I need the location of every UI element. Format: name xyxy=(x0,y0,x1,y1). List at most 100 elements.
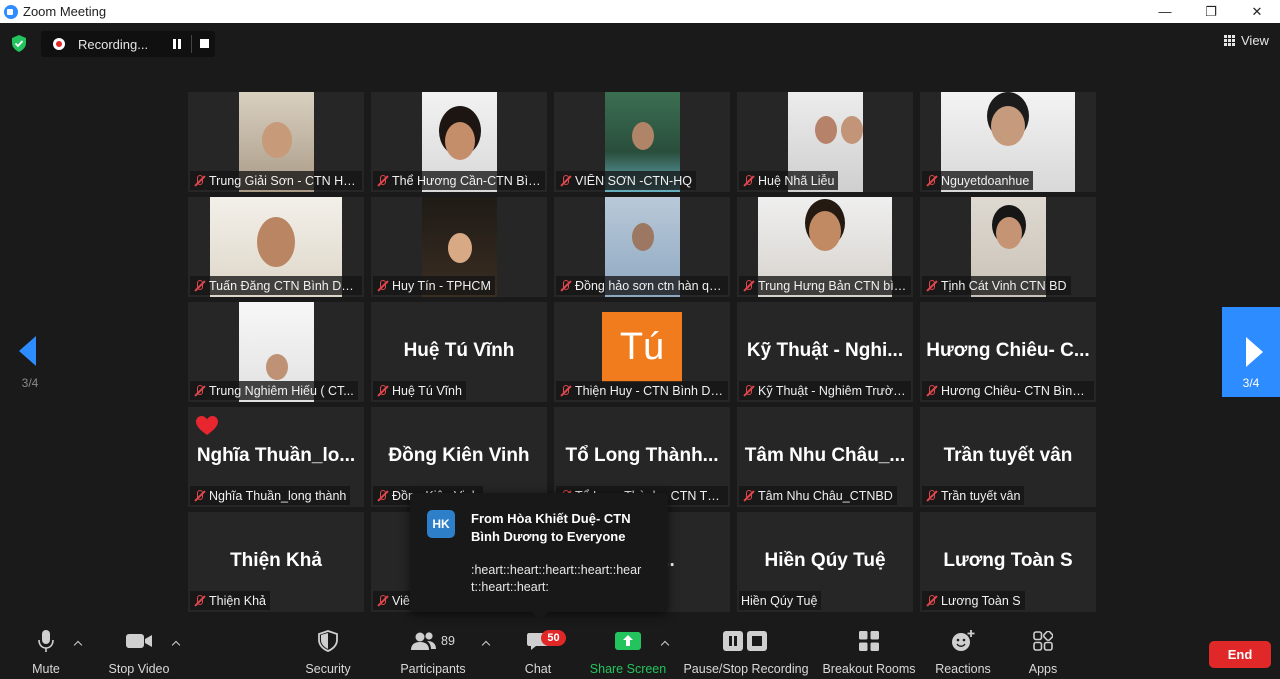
participant-tile[interactable]: Đồng Kiên VinhĐồng Kiên Vinh xyxy=(371,407,547,507)
participant-tile[interactable]: Tịnh Cát Vinh CTN BD xyxy=(920,197,1096,297)
mute-button[interactable]: Mute xyxy=(25,626,67,679)
participant-nameplate: Thiện Huy - CTN Bình Dư... xyxy=(556,381,728,400)
previous-page-button[interactable]: 3/4 xyxy=(0,307,60,397)
pause-recording-icon[interactable] xyxy=(172,39,182,49)
participant-name: Lương Toàn S xyxy=(941,593,1021,608)
chat-notification-popup[interactable]: HK From Hòa Khiết Duệ- CTN Bình Dương to… xyxy=(410,493,668,620)
reactions-label: Reactions xyxy=(935,662,991,676)
recording-dot-icon xyxy=(53,38,65,50)
close-button[interactable]: ✕ xyxy=(1234,0,1280,23)
participant-nameplate: Tịnh Cát Vinh CTN BD xyxy=(922,276,1071,295)
apps-icon xyxy=(1033,631,1053,651)
participant-tile[interactable]: Hương Chiêu- C... Hương Chiêu- CTN Bình .… xyxy=(920,302,1096,402)
participant-tile[interactable]: Nghĩa Thuần_lo... Nghĩa Thuần_long thành xyxy=(188,407,364,507)
participant-name: Thiện Khả xyxy=(209,593,266,608)
end-meeting-button[interactable]: End xyxy=(1209,641,1271,668)
participant-nameplate: Trung Hưng Bản CTN bìn... xyxy=(739,276,911,295)
participant-tile[interactable]: Tổ Long Thành...Tổ Long Thành - CTN TP..… xyxy=(554,407,730,507)
apps-label: Apps xyxy=(1028,662,1058,676)
share-screen-icon xyxy=(615,632,641,650)
participants-label: Participants xyxy=(400,662,466,676)
participant-tile[interactable]: Kỹ Thuật - Nghi... Kỹ Thuật - Nghiêm Trườ… xyxy=(737,302,913,402)
muted-microphone-icon xyxy=(924,174,938,188)
breakout-rooms-button[interactable]: Breakout Rooms xyxy=(822,626,916,679)
participant-display-name: Trần tuyết vân xyxy=(943,445,1073,466)
participant-nameplate: Tâm Nhu Châu_CTNBD xyxy=(739,486,897,505)
participant-tile[interactable]: Đồng hảo sơn ctn hàn qu... xyxy=(554,197,730,297)
participant-nameplate: Nghĩa Thuần_long thành xyxy=(190,486,351,505)
participant-nameplate: Đồng hảo sơn ctn hàn qu... xyxy=(556,276,728,295)
muted-microphone-icon xyxy=(924,594,938,608)
muted-microphone-icon xyxy=(924,384,938,398)
participant-tile[interactable]: Thiện Khả Thiện Khả xyxy=(188,512,364,612)
muted-microphone-icon xyxy=(558,174,572,188)
audio-options-chevron-icon[interactable] xyxy=(74,640,82,648)
minimize-button[interactable]: — xyxy=(1142,0,1188,23)
participant-tile[interactable]: Hiền Qúy Tuệ Hiền Qúy Tuệ xyxy=(737,512,913,612)
participant-name: Kỹ Thuật - Nghiêm Trường xyxy=(758,383,907,398)
muted-microphone-icon xyxy=(375,279,389,293)
restore-button[interactable]: ❐ xyxy=(1188,0,1234,23)
participant-tile[interactable]: VIÊN SƠN -CTN-HQ xyxy=(554,92,730,192)
participant-tile[interactable]: Huệ Nhã Liễu xyxy=(737,92,913,192)
muted-microphone-icon xyxy=(192,489,206,503)
security-label: Security xyxy=(305,662,351,676)
participant-tile[interactable]: Trung Hưng Bản CTN bìn... xyxy=(737,197,913,297)
participant-tile[interactable]: Trung Giải Sơn - CTN Hà... xyxy=(188,92,364,192)
participant-nameplate: Trung Giải Sơn - CTN Hà... xyxy=(190,171,362,190)
reactions-button[interactable]: Reactions xyxy=(934,626,992,679)
participant-nameplate: Trung Nghiêm Hiếu ( CT... xyxy=(190,381,358,400)
share-screen-label: Share Screen xyxy=(589,662,667,676)
muted-microphone-icon xyxy=(924,279,938,293)
participant-nameplate: Thể Hương Cần-CTN Bìn... xyxy=(373,171,545,190)
participant-tile[interactable]: Trung Nghiêm Hiếu ( CT... xyxy=(188,302,364,402)
view-button[interactable]: View xyxy=(1224,33,1269,48)
participants-button[interactable]: 89 Participants xyxy=(398,626,468,679)
participant-tile[interactable]: Tâm Nhu Châu_... Tâm Nhu Châu_CTNBD xyxy=(737,407,913,507)
encryption-shield-icon[interactable] xyxy=(11,35,27,52)
participant-display-name: Kỹ Thuật - Nghi... xyxy=(746,340,904,361)
chat-message-text: :heart::heart::heart::heart::heart::hear… xyxy=(471,563,642,594)
participant-tile[interactable]: Tú Thiện Huy - CTN Bình Dư... xyxy=(554,302,730,402)
video-options-chevron-icon[interactable] xyxy=(172,640,180,648)
stop-video-label: Stop Video xyxy=(108,662,170,676)
chat-unread-badge: 50 xyxy=(541,630,566,646)
participant-display-name: Tổ Long Thành... xyxy=(565,445,719,466)
next-page-button[interactable]: 3/4 xyxy=(1222,307,1280,397)
participant-name: Huệ Tú Vĩnh xyxy=(392,383,462,398)
pause-stop-recording-button[interactable]: Pause/Stop Recording xyxy=(683,626,809,679)
participant-tile[interactable]: Thể Hương Cần-CTN Bìn... xyxy=(371,92,547,192)
muted-microphone-icon xyxy=(375,174,389,188)
muted-microphone-icon xyxy=(192,174,206,188)
window-title: Zoom Meeting xyxy=(23,4,107,19)
stop-video-button[interactable]: Stop Video xyxy=(104,626,174,679)
participant-display-name: Lương Toàn S xyxy=(943,550,1073,571)
participant-tile[interactable]: Huy Tín - TPHCM xyxy=(371,197,547,297)
share-options-chevron-icon[interactable] xyxy=(661,640,669,648)
participant-name: Huệ Nhã Liễu xyxy=(758,173,835,188)
reactions-smiley-icon xyxy=(952,630,975,651)
participant-tile[interactable]: Trần tuyết vân Trần tuyết vân xyxy=(920,407,1096,507)
participant-tile[interactable]: Huệ Tú Vĩnh Huệ Tú Vĩnh xyxy=(371,302,547,402)
participant-tile[interactable]: Tuấn Đăng CTN Bình Dư... xyxy=(188,197,364,297)
previous-page-indicator: 3/4 xyxy=(21,376,39,390)
participant-name: Thể Hương Cần-CTN Bìn... xyxy=(392,173,541,188)
participant-tile[interactable]: Nguyetdoanhue xyxy=(920,92,1096,192)
participant-name: Trần tuyết vân xyxy=(941,488,1021,503)
stop-recording-icon[interactable] xyxy=(200,39,209,48)
participant-avatar: Tú xyxy=(602,312,682,382)
participants-options-chevron-icon[interactable] xyxy=(482,640,490,648)
apps-button[interactable]: Apps xyxy=(1025,626,1061,679)
participant-display-name: Tâm Nhu Châu_... xyxy=(744,445,906,466)
microphone-icon xyxy=(38,630,54,652)
participant-tile[interactable]: Lương Toàn S Lương Toàn S xyxy=(920,512,1096,612)
participant-name: Tâm Nhu Châu_CTNBD xyxy=(758,488,893,503)
security-button[interactable]: Security xyxy=(300,626,356,679)
arrow-left-icon xyxy=(19,336,36,366)
participant-name: Hương Chiêu- CTN Bình ... xyxy=(941,383,1090,398)
meeting-toolbar: Mute Stop Video Security 89 Participants… xyxy=(0,626,1280,679)
share-screen-button[interactable]: Share Screen xyxy=(588,626,668,679)
participant-nameplate: Tuấn Đăng CTN Bình Dư... xyxy=(190,276,362,295)
participant-name: Trung Giải Sơn - CTN Hà... xyxy=(209,173,358,188)
participant-nameplate: Huệ Tú Vĩnh xyxy=(373,381,466,400)
